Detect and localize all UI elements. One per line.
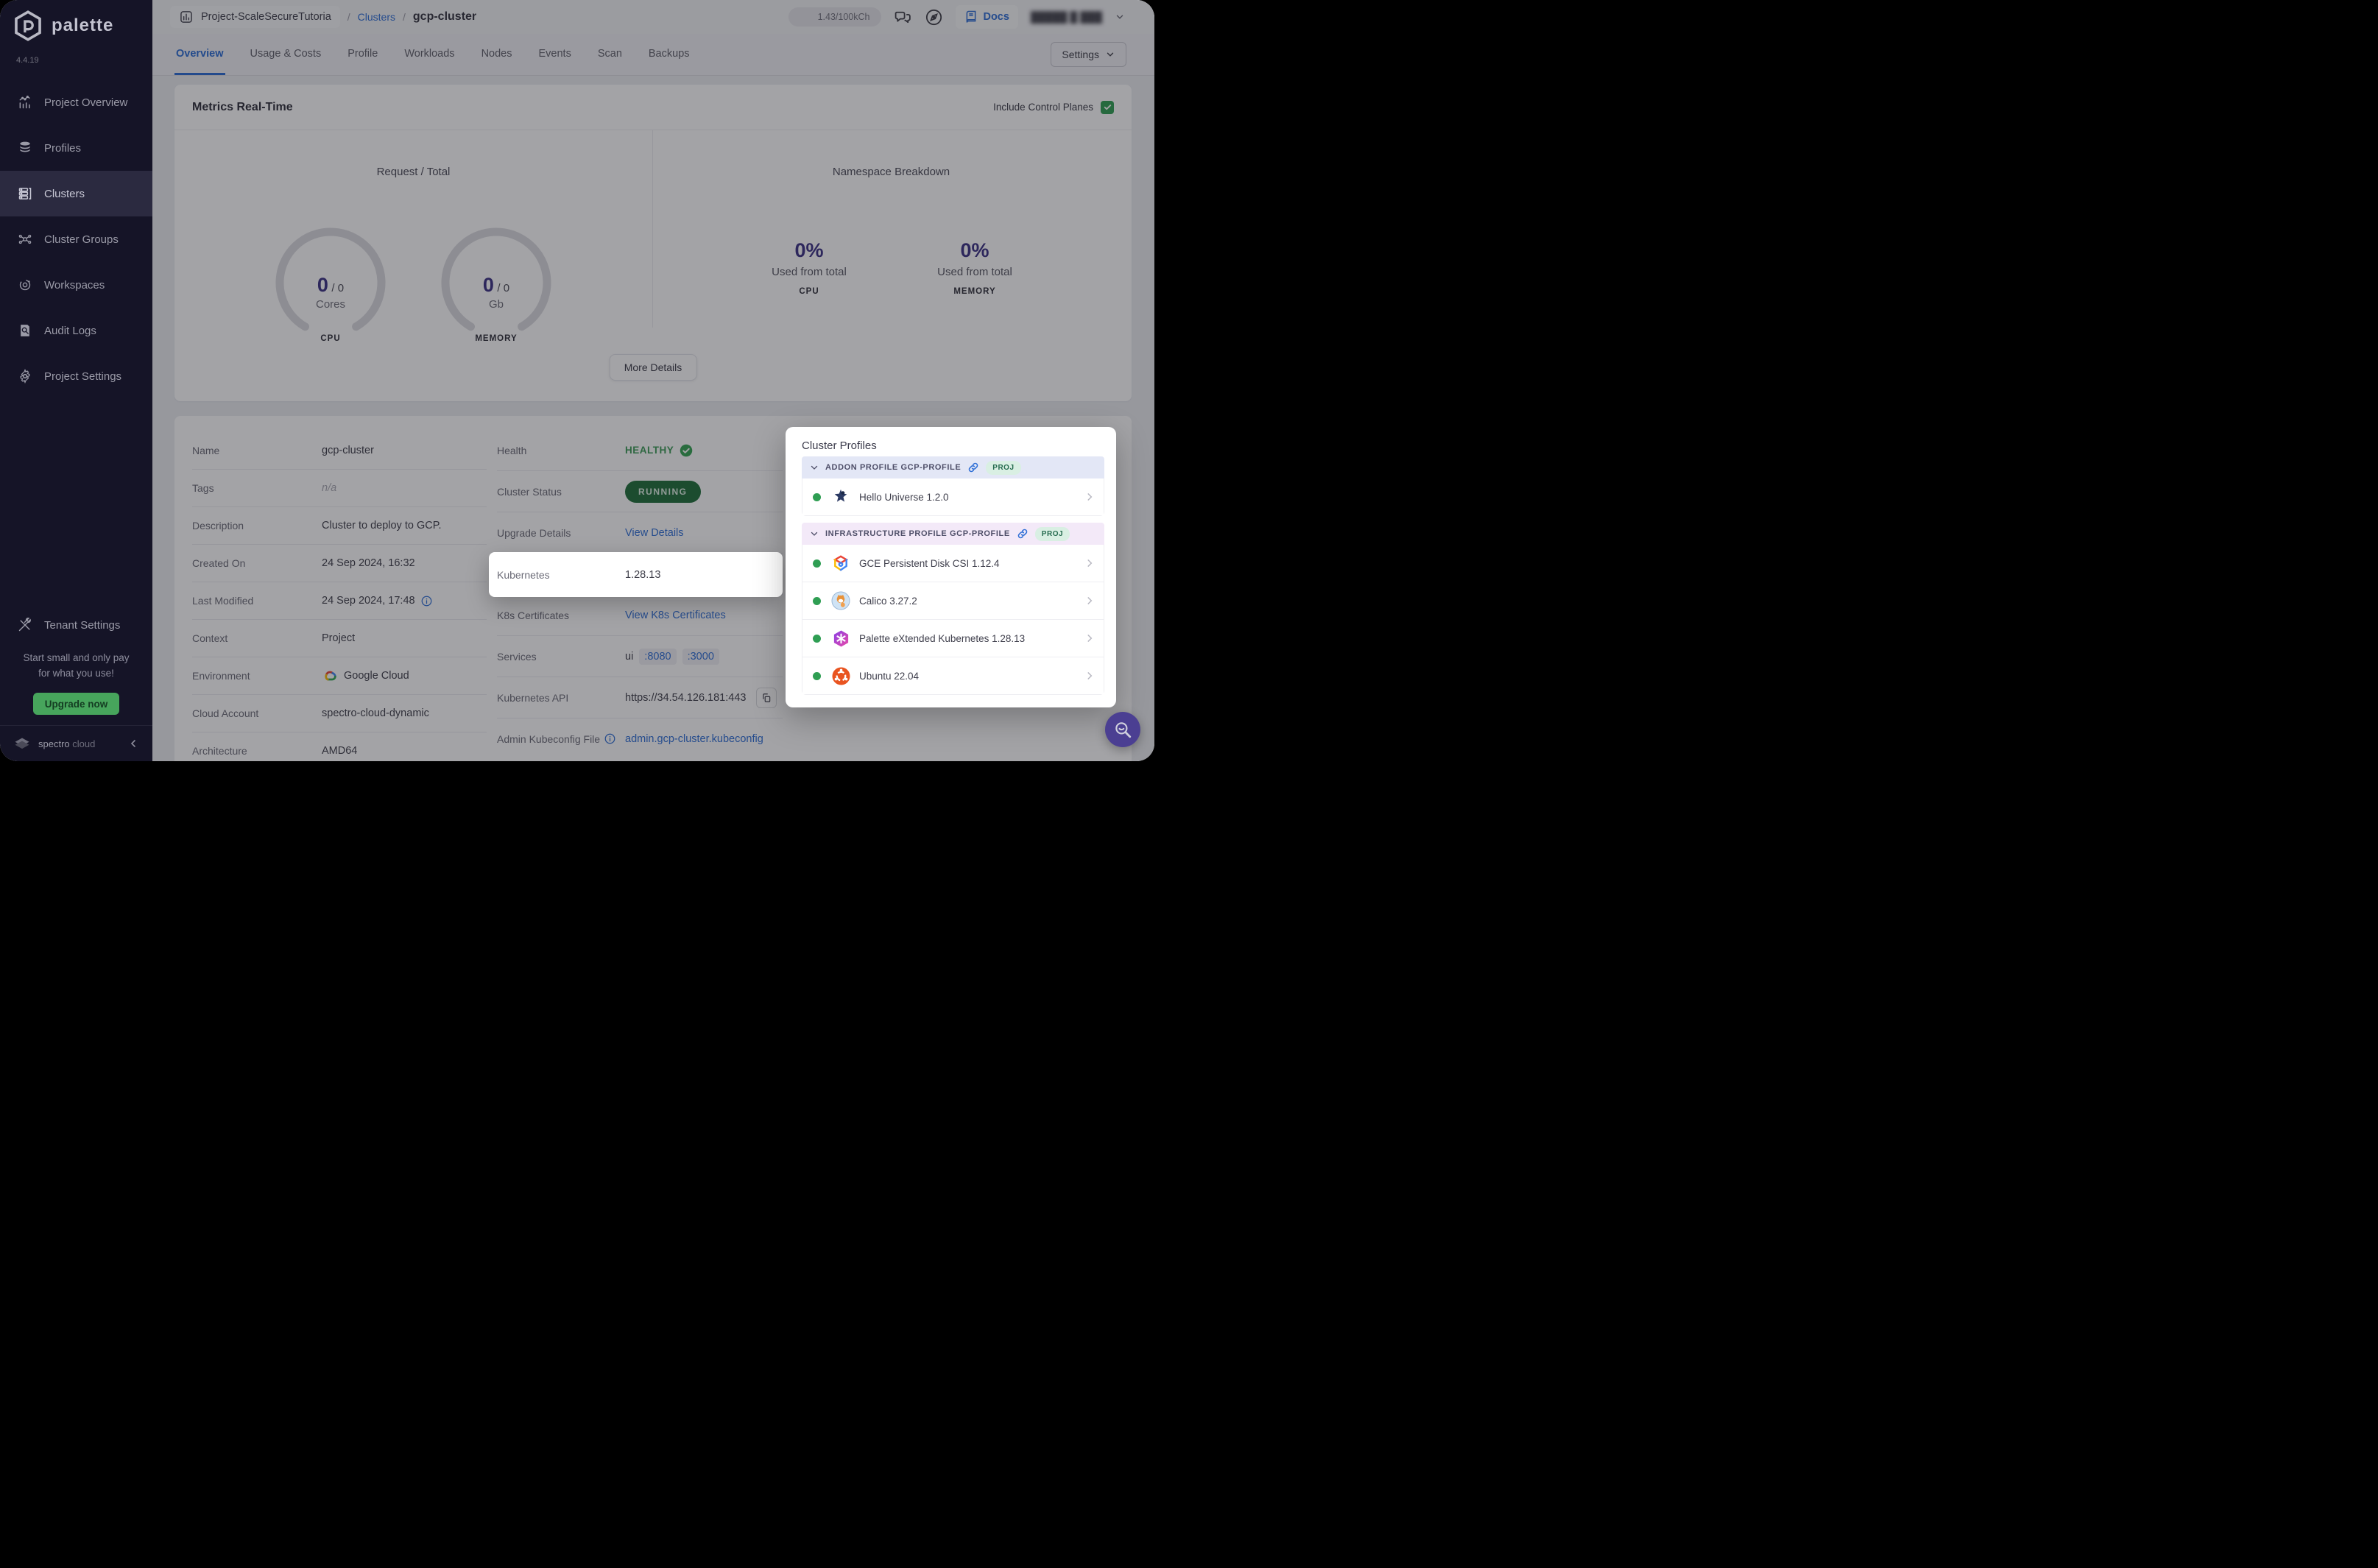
chevron-right-icon <box>1084 558 1095 568</box>
bar-chart-icon <box>18 95 32 110</box>
gce-disk-icon <box>831 554 850 573</box>
infrastructure-profile-name: INFRASTRUCTURE PROFILE GCP-PROFILE <box>825 529 1010 538</box>
profile-item-name: Ubuntu 22.04 <box>859 670 920 682</box>
profile-item-gce-disk[interactable]: GCE Persistent Disk CSI 1.12.4 <box>802 545 1104 582</box>
sidebar-item-label: Profiles <box>44 141 82 155</box>
addon-profile-name: ADDON PROFILE GCP-PROFILE <box>825 463 962 472</box>
sidebar-item-label: Tenant Settings <box>44 618 121 632</box>
sidebar-item-clusters[interactable]: Clusters <box>0 171 152 216</box>
profile-item-name: Hello Universe 1.2.0 <box>859 491 949 503</box>
hello-universe-icon <box>831 487 850 506</box>
sidebar-item-project-settings[interactable]: Project Settings <box>0 353 152 399</box>
audit-log-icon <box>18 323 32 338</box>
sidebar: palette 4.4.19 Project Overview Profiles… <box>0 0 152 761</box>
footer-brand-1: spectro <box>38 738 70 749</box>
search-fab-button[interactable] <box>1105 712 1140 747</box>
project-scope-badge: PROJ <box>986 460 1021 475</box>
sidebar-item-label: Clusters <box>44 187 85 200</box>
chevron-down-icon <box>810 463 819 472</box>
footer-brand-2: cloud <box>72 738 96 749</box>
link-icon <box>1017 528 1029 540</box>
search-smile-icon <box>1113 720 1132 739</box>
sidebar-footer: spectro cloud <box>0 725 152 761</box>
sidebar-tenant: Tenant Settings <box>0 602 152 648</box>
sidebar-item-label: Cluster Groups <box>44 233 119 246</box>
palette-xk-icon <box>831 629 850 648</box>
cluster-profiles-popup: Cluster Profiles ADDON PROFILE GCP-PROFI… <box>786 427 1116 707</box>
chevron-right-icon <box>1084 633 1095 643</box>
profile-item-hello-universe[interactable]: Hello Universe 1.2.0 <box>802 478 1104 515</box>
brand-name: palette <box>52 15 114 35</box>
cluster-profiles-title: Cluster Profiles <box>802 439 877 452</box>
tools-icon <box>18 618 32 632</box>
chevron-right-icon <box>1084 596 1095 606</box>
kubernetes-version-value: 1.28.13 <box>625 568 661 581</box>
status-dot-green <box>813 492 821 501</box>
sidebar-item-label: Audit Logs <box>44 324 96 337</box>
spectro-cloud-logo-icon <box>13 735 31 752</box>
project-scope-badge: PROJ <box>1034 526 1070 541</box>
promo-line-1: Start small and only pay <box>23 652 130 663</box>
main-area: Project-ScaleSecureTutoria / Clusters / … <box>152 0 1154 761</box>
app-window: palette 4.4.19 Project Overview Profiles… <box>0 0 1154 761</box>
sidebar-item-tenant-settings[interactable]: Tenant Settings <box>0 602 152 648</box>
chevron-right-icon <box>1084 671 1095 681</box>
sidebar-item-workspaces[interactable]: Workspaces <box>0 262 152 308</box>
infrastructure-profile-items: GCE Persistent Disk CSI 1.12.4 Calico 3.… <box>802 545 1104 695</box>
footer-brand: spectro cloud <box>38 738 95 749</box>
sidebar-item-profiles[interactable]: Profiles <box>0 125 152 171</box>
profile-item-ubuntu[interactable]: Ubuntu 22.04 <box>802 657 1104 694</box>
sidebar-item-project-overview[interactable]: Project Overview <box>0 80 152 125</box>
ubuntu-icon <box>831 666 850 685</box>
sidebar-menu: Project Overview Profiles Clusters Clust… <box>0 80 152 399</box>
gear-icon <box>18 369 32 384</box>
network-nodes-icon <box>18 232 32 247</box>
palette-logo-icon <box>12 10 44 42</box>
sidebar-collapse-icon[interactable] <box>127 738 139 749</box>
profile-item-name: Palette eXtended Kubernetes 1.28.13 <box>859 632 1026 644</box>
promo-line-2: for what you use! <box>38 667 114 679</box>
profile-item-name: Calico 3.27.2 <box>859 595 917 607</box>
kubernetes-version-spotlight: Kubernetes 1.28.13 <box>489 552 783 597</box>
app-version: 4.4.19 <box>16 56 39 65</box>
link-icon <box>967 462 979 473</box>
addon-profile-header[interactable]: ADDON PROFILE GCP-PROFILE PROJ <box>802 456 1104 478</box>
infrastructure-profile-header[interactable]: INFRASTRUCTURE PROFILE GCP-PROFILE PROJ <box>802 523 1104 545</box>
status-dot-green <box>813 596 821 605</box>
sidebar-item-label: Project Settings <box>44 370 122 383</box>
sidebar-item-cluster-groups[interactable]: Cluster Groups <box>0 216 152 262</box>
status-dot-green <box>813 671 821 680</box>
upgrade-promo: Start small and only pay for what you us… <box>0 651 152 682</box>
sidebar-item-label: Workspaces <box>44 278 105 292</box>
server-rack-icon <box>18 186 32 201</box>
addon-profile-items: Hello Universe 1.2.0 <box>802 478 1104 516</box>
database-icon <box>18 141 32 155</box>
orbit-icon <box>18 278 32 292</box>
calico-icon <box>831 591 850 610</box>
profile-item-name: GCE Persistent Disk CSI 1.12.4 <box>859 557 1000 569</box>
chevron-down-icon <box>810 529 819 538</box>
status-dot-green <box>813 559 821 568</box>
upgrade-now-button[interactable]: Upgrade now <box>33 693 119 715</box>
sidebar-item-label: Project Overview <box>44 96 128 109</box>
profile-item-palette-xk[interactable]: Palette eXtended Kubernetes 1.28.13 <box>802 620 1104 657</box>
chevron-right-icon <box>1084 492 1095 502</box>
sidebar-item-audit-logs[interactable]: Audit Logs <box>0 308 152 353</box>
status-dot-green <box>813 634 821 643</box>
profile-item-calico[interactable]: Calico 3.27.2 <box>802 582 1104 620</box>
detail-label: Kubernetes <box>497 568 550 581</box>
